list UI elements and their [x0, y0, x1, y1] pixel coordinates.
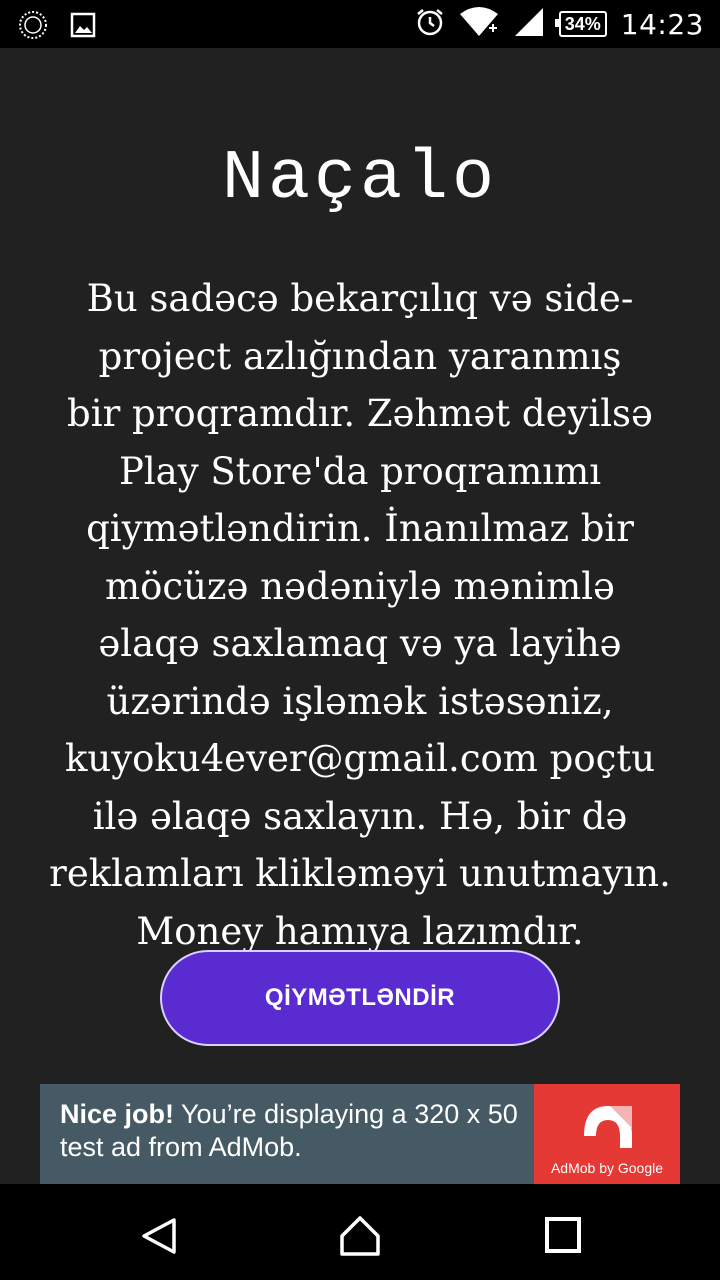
page-title: Naçalo: [221, 140, 499, 219]
intro-paragraph: Bu sadəcə bekarçılıq və side-project azl…: [0, 270, 720, 960]
ad-text-bold: Nice job!: [60, 1099, 175, 1129]
home-icon[interactable]: [338, 1214, 382, 1258]
rate-button[interactable]: QİYMƏTLƏNDİR: [160, 950, 560, 1046]
admob-logo[interactable]: AdMob by Google: [534, 1084, 680, 1184]
circle-app-icon: [18, 10, 48, 45]
admob-icon: [584, 1106, 632, 1148]
paragraph-line: əlaqə saxlamaq və ya layihə: [98, 622, 622, 665]
image-icon: [70, 12, 96, 43]
alarm-icon: [415, 7, 445, 42]
clock: 14:23: [620, 7, 704, 41]
battery-indicator: 34%: [554, 11, 607, 37]
paragraph-line: project azlığından yaranmış: [98, 334, 622, 378]
paragraph-line: qiymətləndirin. İnanılmaz bir: [86, 507, 634, 550]
paragraph-line: üzərində işləmək istəsəniz,: [106, 679, 614, 723]
recents-icon[interactable]: [542, 1214, 586, 1258]
paragraph-line: reklamları klikləməyi unutmayın.: [49, 852, 671, 895]
paragraph-line: möcüzə nədəniylə mənimlə: [105, 564, 615, 608]
paragraph-line: bir proqramdır. Zəhmət deyilsə: [67, 392, 653, 435]
back-icon[interactable]: [138, 1214, 182, 1258]
signal-icon: [513, 6, 545, 43]
navigation-bar: [0, 1184, 720, 1280]
wifi-icon: [459, 6, 499, 43]
ad-banner[interactable]: Nice job! You’re displaying a 320 x 50 t…: [40, 1084, 680, 1184]
paragraph-line: Bu sadəcə bekarçılıq və side-: [86, 277, 634, 320]
paragraph-line: kuyoku4ever@gmail.com poçtu: [64, 737, 656, 780]
ad-text: Nice job! You’re displaying a 320 x 50 t…: [40, 1084, 534, 1184]
admob-caption: AdMob by Google: [550, 1160, 664, 1176]
status-bar: 34% 14:23: [0, 0, 720, 48]
paragraph-line: ilə əlaqə saxlayın. Hə, bir də: [92, 794, 628, 838]
paragraph-line: Play Store'da proqramımı: [118, 449, 602, 493]
